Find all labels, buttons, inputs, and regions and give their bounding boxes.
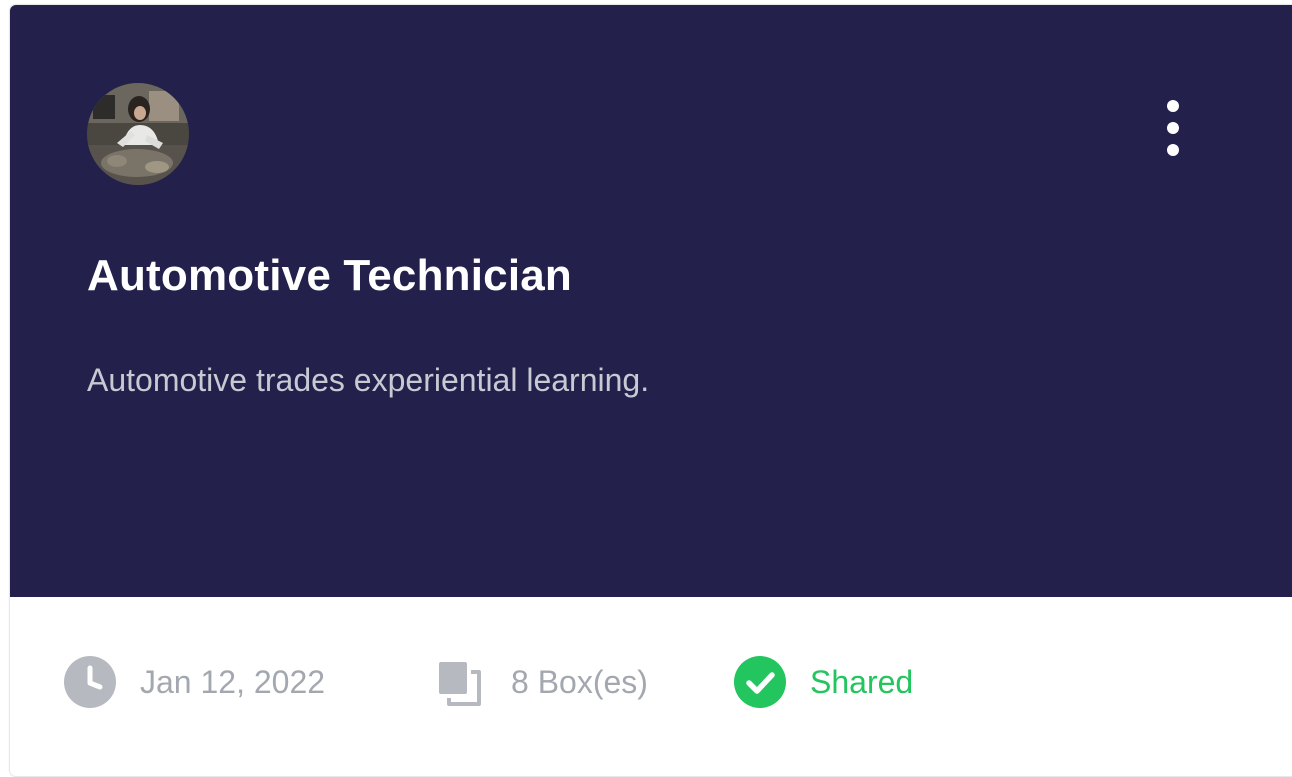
kebab-menu-icon[interactable] bbox=[1152, 93, 1192, 163]
avatar bbox=[87, 83, 189, 185]
shared-label: Shared bbox=[810, 663, 914, 700]
boxes-meta: 8 Box(es) bbox=[431, 654, 648, 710]
avatar-photo bbox=[87, 83, 189, 185]
clock-icon bbox=[64, 656, 116, 708]
menu-dot bbox=[1167, 122, 1179, 134]
menu-dot bbox=[1167, 144, 1179, 156]
card-header: Automotive Technician Automotive trades … bbox=[10, 5, 1292, 597]
shared-status: Shared bbox=[734, 654, 913, 710]
date-meta: Jan 12, 2022 bbox=[64, 654, 325, 710]
boxes-icon bbox=[431, 656, 483, 708]
card-title[interactable]: Automotive Technician bbox=[87, 251, 572, 301]
check-circle-icon bbox=[734, 656, 786, 708]
menu-dot bbox=[1167, 100, 1179, 112]
card-description: Automotive trades experiential learning. bbox=[87, 362, 650, 398]
date-label: Jan 12, 2022 bbox=[140, 663, 326, 700]
boxes-label: 8 Box(es) bbox=[511, 663, 648, 700]
